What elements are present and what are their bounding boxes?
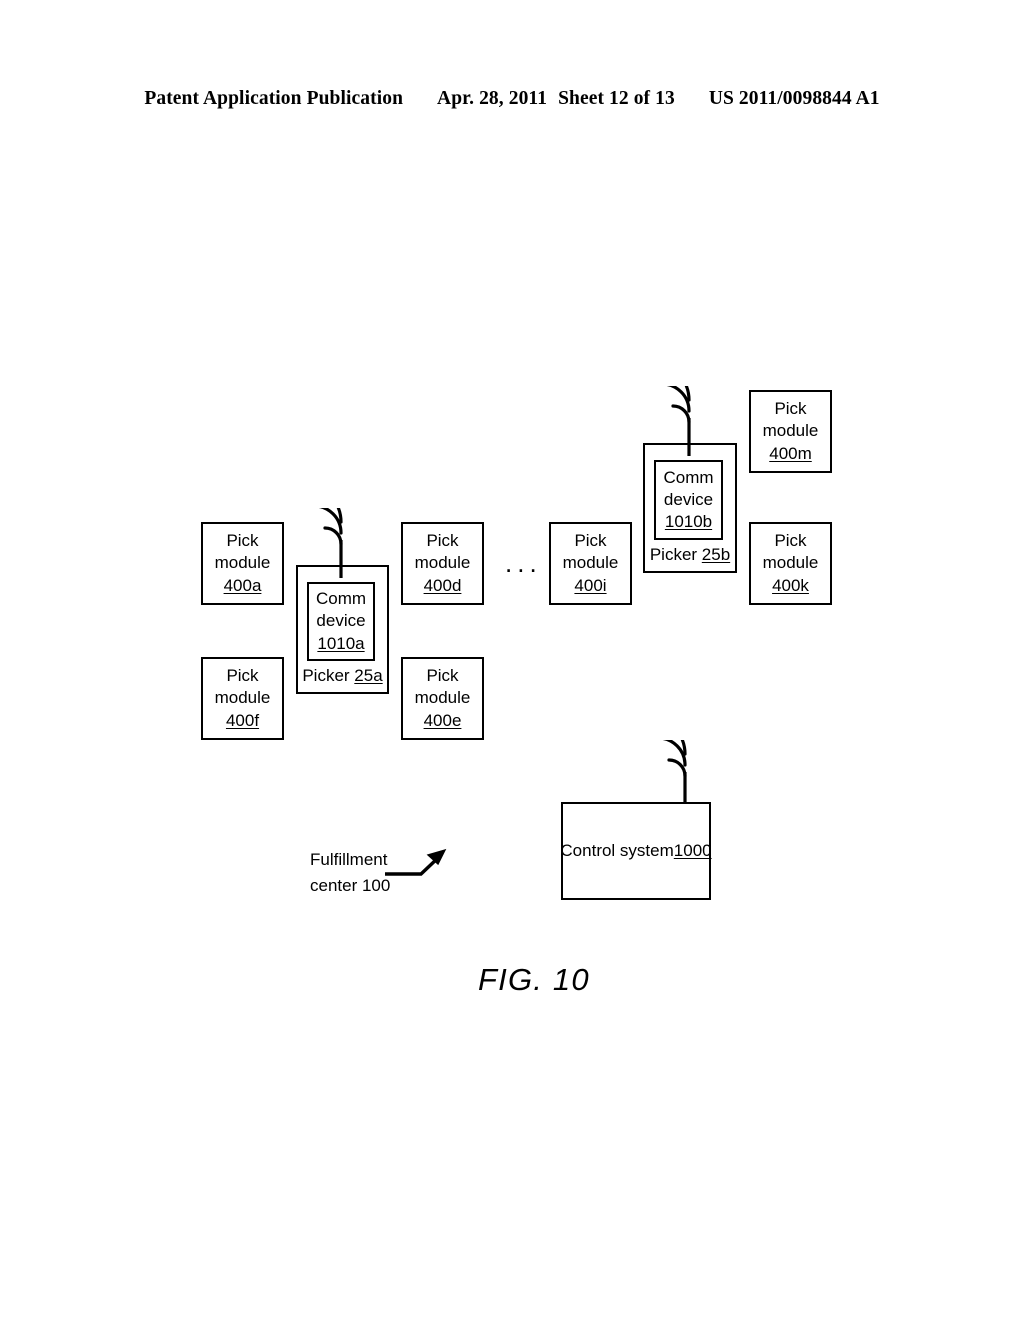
pick-module-400f: Pick module 400f — [201, 657, 284, 740]
fulfillment-center-line1: Fulfillment — [310, 850, 388, 869]
figure-caption: FIG. 10 — [478, 962, 590, 997]
pick-module-400e-line2: module — [414, 688, 471, 708]
pick-module-400i-line1: Pick — [574, 530, 607, 550]
comm-device-1010b-ref: 1010b — [664, 512, 713, 532]
pick-module-400k-ref: 400k — [772, 575, 809, 595]
pick-module-400m-line2: module — [762, 421, 819, 441]
pick-module-400i-line2: module — [562, 553, 619, 573]
pick-module-400m-ref: 400m — [769, 443, 812, 463]
pick-module-400f-ref: 400f — [225, 710, 260, 730]
figure-10-diagram: Pick module 400a Pick module 400f Picker… — [0, 0, 1024, 1320]
pick-module-400i: Pick module 400i — [549, 522, 632, 605]
fulfillment-center-leader-arrow-icon — [383, 843, 453, 890]
pick-module-400m-line1: Pick — [774, 398, 807, 418]
control-system-label: Control system — [560, 841, 674, 860]
comm-device-1010a-line2: device — [316, 611, 366, 631]
pick-module-400a: Pick module 400a — [201, 522, 284, 605]
picker-25a-label-prefix: Picker — [302, 666, 355, 685]
fulfillment-center-line2: center 100 — [310, 875, 391, 895]
pick-module-400f-line1: Pick — [226, 665, 259, 685]
comm-device-1010a-line1: Comm — [315, 589, 367, 609]
pick-module-400d-ref: 400d — [423, 575, 462, 595]
comm-device-1010a-ref: 1010a — [317, 633, 365, 653]
fulfillment-center-callout-label: Fulfillment center 100 — [310, 847, 390, 898]
comm-device-1010b-line2: device — [663, 489, 714, 509]
comm-device-1010a: Comm device 1010a — [307, 582, 375, 661]
antenna-icon-control-system — [645, 714, 716, 810]
pick-module-400k: Pick module 400k — [749, 522, 832, 605]
pick-module-400d-line1: Pick — [426, 530, 459, 550]
pick-module-400a-line1: Pick — [226, 530, 259, 550]
pick-module-400e-line1: Pick — [426, 665, 459, 685]
pick-module-400e: Pick module 400e — [401, 657, 484, 740]
pick-module-400f-line2: module — [214, 688, 271, 708]
ellipsis-separator: ... — [505, 548, 542, 578]
picker-25a-label: Picker 25a — [298, 666, 387, 686]
control-system-1000: Control system 1000 — [560, 802, 712, 900]
pick-module-400a-line2: module — [214, 553, 271, 573]
pick-module-400m: Pick module 400m — [749, 390, 832, 473]
pick-module-400i-ref: 400i — [574, 575, 607, 595]
pick-module-400k-line1: Pick — [774, 530, 807, 550]
comm-device-1010b: Comm device 1010b — [654, 460, 723, 540]
picker-25b-label-ref: 25b — [701, 545, 731, 564]
comm-device-1010b-line1: Comm — [663, 467, 714, 487]
pick-module-400a-ref: 400a — [223, 575, 262, 595]
picker-25b-label-prefix: Picker — [649, 545, 702, 564]
pick-module-400k-line2: module — [762, 553, 819, 573]
picker-25a-label-ref: 25a — [354, 666, 383, 685]
pick-module-400e-ref: 400e — [423, 710, 462, 730]
pick-module-400d: Pick module 400d — [401, 522, 484, 605]
picker-25b-label: Picker 25b — [645, 545, 735, 565]
control-system-ref: 1000 — [673, 841, 712, 860]
pick-module-400d-line2: module — [414, 553, 471, 573]
